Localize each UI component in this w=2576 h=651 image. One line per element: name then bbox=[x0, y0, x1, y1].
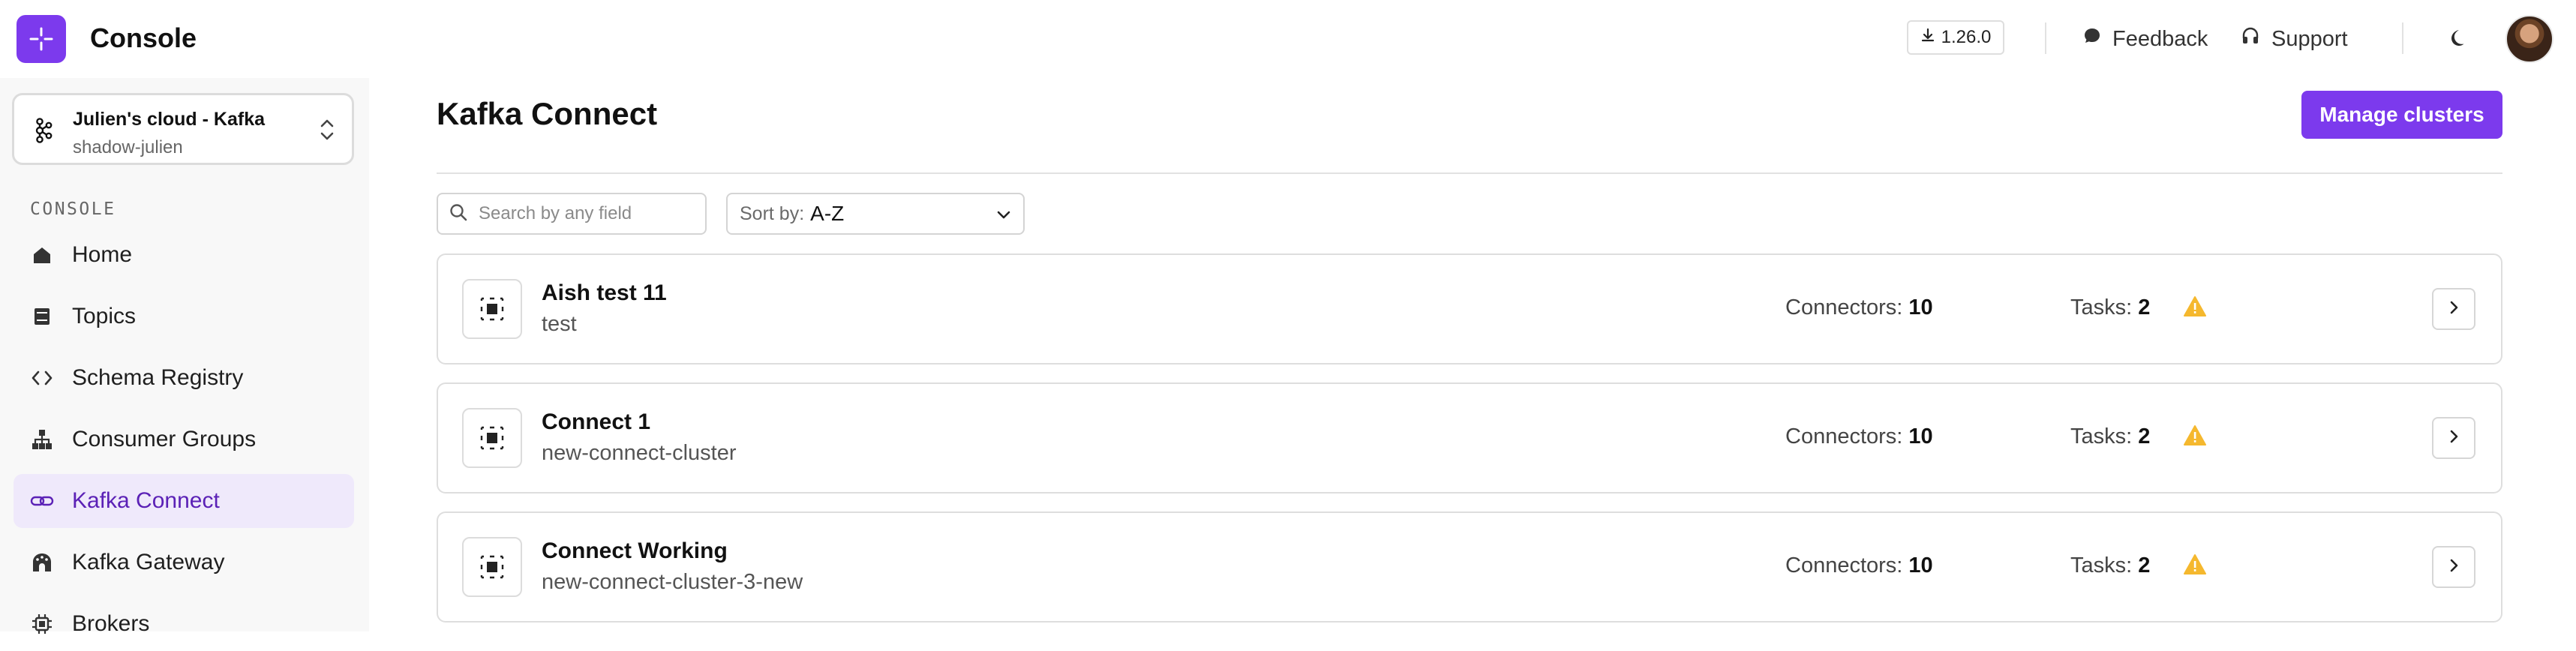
cluster-card[interactable]: Connect Working new-connect-cluster-3-ne… bbox=[437, 512, 2502, 622]
sidebar-item-label: Consumer Groups bbox=[72, 427, 257, 452]
warning-icon bbox=[2183, 424, 2207, 451]
search-icon bbox=[449, 202, 468, 226]
topics-icon bbox=[30, 304, 54, 328]
cluster-subtitle: shadow-julien bbox=[73, 137, 183, 158]
warning-icon bbox=[2183, 296, 2207, 322]
cluster-selector[interactable]: Julien's cloud - Kafka shadow-julien bbox=[12, 93, 354, 165]
separator bbox=[2045, 22, 2046, 54]
sidebar-item-kafka-gateway[interactable]: Kafka Gateway bbox=[14, 536, 354, 590]
feedback-label: Feedback bbox=[2112, 26, 2208, 51]
open-cluster-button[interactable] bbox=[2432, 546, 2475, 588]
sidebar-item-label: Brokers bbox=[72, 611, 150, 636]
cluster-card[interactable]: Aish test 11 test Connectors: 10 Tasks: … bbox=[437, 254, 2502, 364]
hierarchy-icon bbox=[30, 428, 54, 452]
cluster-card[interactable]: Connect 1 new-connect-cluster Connectors… bbox=[437, 382, 2502, 494]
tasks-label: Tasks: bbox=[2070, 296, 2133, 320]
theme-toggle-button[interactable] bbox=[2439, 22, 2472, 56]
connect-cluster-icon bbox=[462, 408, 522, 468]
sort-label: Sort by: bbox=[740, 202, 805, 224]
chip-icon bbox=[30, 612, 54, 636]
header-divider bbox=[437, 172, 2502, 174]
support-link[interactable]: Support bbox=[2240, 22, 2348, 56]
sidebar: Julien's cloud - Kafka shadow-julien CON… bbox=[0, 78, 369, 636]
top-bar: Console 1.26.0 Feedback Support bbox=[0, 0, 2576, 78]
separator bbox=[2402, 22, 2403, 54]
sidebar-item-label: Kafka Connect bbox=[72, 488, 220, 513]
link-icon bbox=[30, 489, 54, 513]
sidebar-item-label: Kafka Gateway bbox=[72, 550, 225, 574]
cluster-name: Connect 1 bbox=[542, 410, 651, 434]
sidebar-section-label: CONSOLE bbox=[30, 200, 116, 219]
cluster-name: Julien's cloud - Kafka bbox=[73, 109, 266, 130]
sidebar-item-label: Home bbox=[72, 242, 133, 267]
warning-icon bbox=[2183, 554, 2207, 580]
console-logo-icon[interactable] bbox=[17, 15, 66, 63]
tasks-value: 2 bbox=[2138, 424, 2151, 448]
connectors-label: Connectors: bbox=[1785, 296, 1903, 320]
moon-icon bbox=[2445, 27, 2466, 52]
chevron-right-icon bbox=[2445, 298, 2463, 320]
connectors-count: Connectors: 10 bbox=[1785, 554, 1933, 578]
search-field[interactable] bbox=[437, 193, 707, 235]
connect-cluster-icon bbox=[462, 279, 522, 339]
sidebar-item-home[interactable]: Home bbox=[14, 228, 354, 282]
connectors-value: 10 bbox=[1908, 296, 1933, 320]
manage-clusters-button[interactable]: Manage clusters bbox=[2301, 91, 2502, 139]
cluster-name: Aish test 11 bbox=[542, 280, 667, 305]
support-label: Support bbox=[2271, 26, 2348, 51]
chevron-right-icon bbox=[2445, 428, 2463, 449]
tasks-label: Tasks: bbox=[2070, 554, 2133, 578]
sidebar-item-kafka-connect[interactable]: Kafka Connect bbox=[14, 474, 354, 528]
open-cluster-button[interactable] bbox=[2432, 288, 2475, 330]
open-cluster-button[interactable] bbox=[2432, 417, 2475, 459]
connectors-count: Connectors: 10 bbox=[1785, 424, 1933, 449]
sidebar-item-label: Topics bbox=[72, 304, 137, 328]
cluster-subtitle: new-connect-cluster-3-new bbox=[542, 570, 803, 594]
connectors-label: Connectors: bbox=[1785, 424, 1903, 448]
connectors-value: 10 bbox=[1908, 554, 1933, 578]
chevron-down-icon bbox=[993, 204, 1014, 230]
sidebar-item-schema-registry[interactable]: Schema Registry bbox=[14, 351, 354, 405]
home-icon bbox=[30, 243, 54, 267]
cluster-name: Connect Working bbox=[542, 538, 728, 563]
tasks-count: Tasks: 2 bbox=[2070, 424, 2150, 449]
app-title: Console bbox=[90, 22, 197, 53]
kafka-icon bbox=[32, 118, 53, 147]
sidebar-item-brokers[interactable]: Brokers bbox=[14, 597, 354, 651]
chat-bubble-icon bbox=[2082, 26, 2102, 52]
feedback-link[interactable]: Feedback bbox=[2082, 22, 2208, 56]
tasks-value: 2 bbox=[2138, 296, 2151, 320]
chevron-right-icon bbox=[2445, 556, 2463, 578]
search-input[interactable] bbox=[477, 202, 698, 225]
sidebar-item-topics[interactable]: Topics bbox=[14, 290, 354, 344]
headphones-icon bbox=[2240, 26, 2261, 52]
connectors-label: Connectors: bbox=[1785, 554, 1903, 578]
cluster-subtitle: test bbox=[542, 312, 577, 336]
download-version-button[interactable]: 1.26.0 bbox=[1907, 20, 2004, 55]
connect-cluster-icon bbox=[462, 537, 522, 597]
code-icon bbox=[30, 366, 54, 390]
gateway-icon bbox=[30, 550, 54, 574]
download-icon bbox=[1920, 27, 1935, 48]
cluster-subtitle: new-connect-cluster bbox=[542, 441, 737, 465]
connectors-count: Connectors: 10 bbox=[1785, 296, 1933, 320]
page-title: Kafka Connect bbox=[437, 96, 658, 131]
sort-value: A-Z bbox=[810, 202, 845, 225]
connectors-value: 10 bbox=[1908, 424, 1933, 448]
tasks-count: Tasks: 2 bbox=[2070, 554, 2150, 578]
chevron-up-down-icon bbox=[319, 116, 335, 147]
sort-select[interactable]: Sort by: A-Z bbox=[726, 193, 1025, 235]
sidebar-item-label: Schema Registry bbox=[72, 365, 244, 390]
tasks-value: 2 bbox=[2138, 554, 2151, 578]
sidebar-item-consumer-groups[interactable]: Consumer Groups bbox=[14, 412, 354, 466]
user-avatar[interactable] bbox=[2505, 15, 2553, 63]
tasks-label: Tasks: bbox=[2070, 424, 2133, 448]
version-label: 1.26.0 bbox=[1941, 27, 1992, 47]
tasks-count: Tasks: 2 bbox=[2070, 296, 2150, 320]
